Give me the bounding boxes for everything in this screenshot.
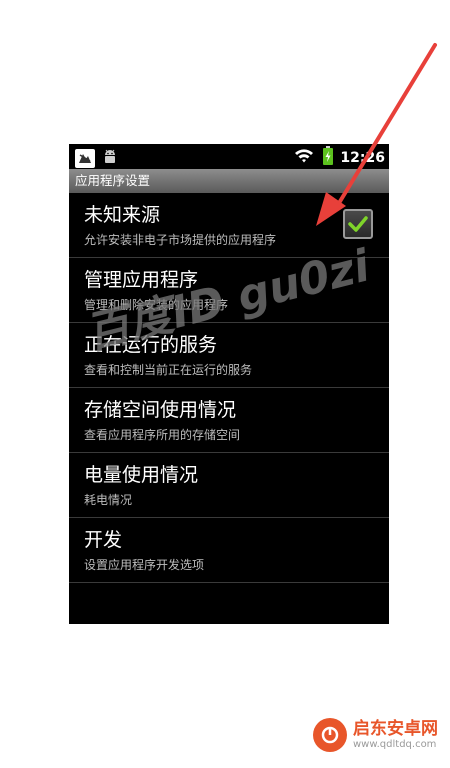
logo-url: www.qdltdq.com (353, 739, 437, 750)
logo-icon (313, 718, 347, 752)
setting-title: 存储空间使用情况 (84, 399, 237, 421)
setting-summary: 管理和删除安装的应用程序 (84, 298, 229, 312)
setting-summary: 耗电情况 (84, 493, 133, 507)
notification-icon (75, 148, 95, 168)
check-icon (348, 216, 368, 232)
setting-battery-use[interactable]: 电量使用情况 耗电情况 (69, 453, 389, 518)
setting-summary: 设置应用程序开发选项 (84, 558, 205, 572)
setting-development[interactable]: 开发 设置应用程序开发选项 (69, 518, 389, 583)
setting-summary: 允许安装非电子市场提供的应用程序 (84, 233, 277, 247)
page: 12:26 应用程序设置 未知来源 允许安装非电子市场提供的应用程序 管理应用程… (0, 0, 450, 768)
wifi-icon (294, 147, 314, 169)
phone-screen: 12:26 应用程序设置 未知来源 允许安装非电子市场提供的应用程序 管理应用程… (69, 144, 389, 624)
setting-running-services[interactable]: 正在运行的服务 查看和控制当前正在运行的服务 (69, 323, 389, 388)
setting-unknown-sources[interactable]: 未知来源 允许安装非电子市场提供的应用程序 (69, 193, 389, 258)
status-bar-right: 12:26 (294, 146, 385, 170)
logo-name: 启东安卓网 (353, 719, 438, 739)
android-debug-icon (101, 147, 119, 169)
setting-summary: 查看和控制当前正在运行的服务 (84, 363, 253, 377)
setting-manage-applications[interactable]: 管理应用程序 管理和删除安装的应用程序 (69, 258, 389, 323)
unknown-sources-checkbox[interactable] (343, 209, 373, 239)
setting-summary: 查看应用程序所用的存储空间 (84, 428, 241, 442)
clock: 12:26 (340, 150, 385, 166)
battery-charging-icon (322, 146, 334, 170)
setting-title: 未知来源 (84, 204, 161, 226)
setting-title: 正在运行的服务 (84, 334, 218, 356)
setting-title: 管理应用程序 (84, 269, 199, 291)
setting-title: 电量使用情况 (84, 464, 199, 486)
settings-list: 未知来源 允许安装非电子市场提供的应用程序 管理应用程序 管理和删除安装的应用程… (69, 193, 389, 583)
setting-storage-use[interactable]: 存储空间使用情况 查看应用程序所用的存储空间 (69, 388, 389, 453)
setting-title: 开发 (84, 529, 123, 551)
footer-logo: 启东安卓网 www.qdltdq.com (313, 718, 438, 752)
page-title: 应用程序设置 (69, 169, 389, 193)
status-bar: 12:26 (69, 144, 389, 169)
status-bar-left (75, 147, 119, 169)
